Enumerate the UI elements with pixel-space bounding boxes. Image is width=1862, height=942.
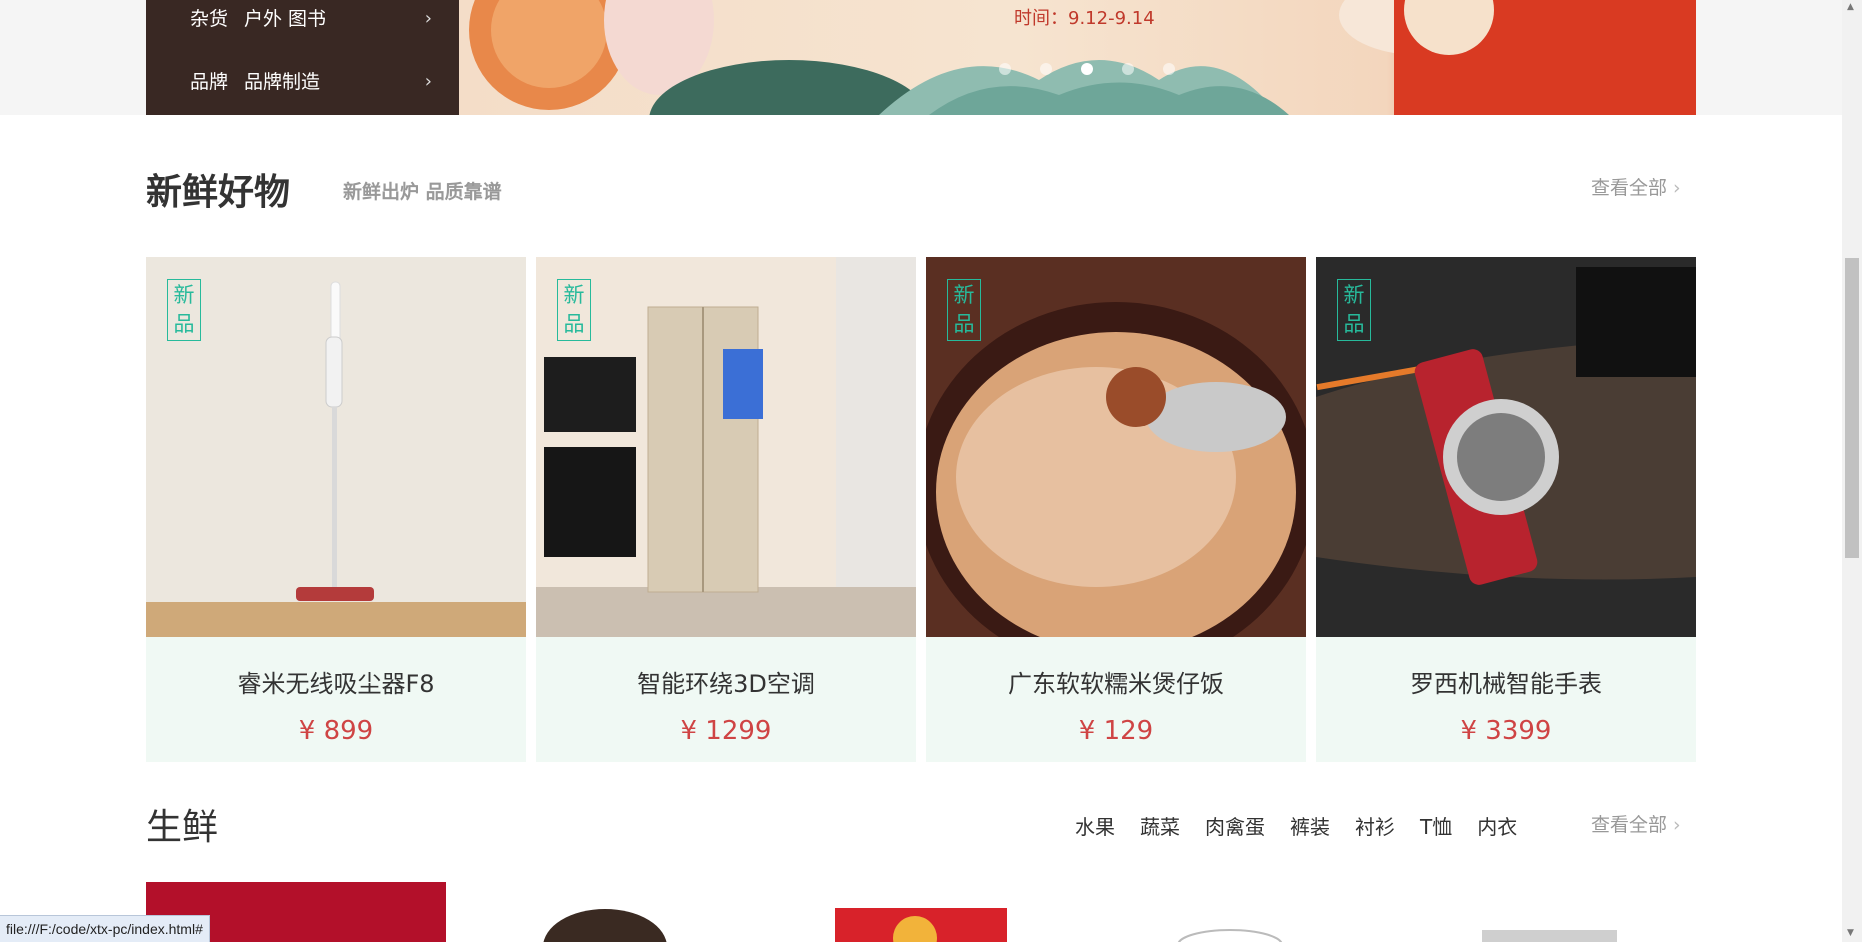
view-all-label: 查看全部 [1591, 814, 1668, 836]
tab-tshirts[interactable]: T恤 [1420, 811, 1452, 840]
fresh-product-image[interactable] [1482, 927, 1617, 942]
tab-meat-eggs[interactable]: 肉禽蛋 [1205, 811, 1265, 840]
banner-time-text: 时间：9.12-9.14 [1014, 8, 1155, 29]
category-label: 杂货 [190, 8, 229, 30]
scroll-down-icon[interactable]: ▼ [1847, 928, 1854, 938]
banner-carousel[interactable]: 时间：9.12-9.14 [459, 0, 1696, 115]
new-goods-view-all-link[interactable]: 查看全部 › [1591, 173, 1681, 200]
product-card[interactable]: 新品 睿米无线吸尘器F8 ¥ 899 [146, 257, 526, 762]
new-goods-title: 新鲜好物 [146, 172, 291, 213]
fresh-product-image[interactable] [1175, 927, 1285, 942]
fresh-view-all-link[interactable]: 查看全部 › [1591, 810, 1681, 837]
product-name[interactable]: 罗西机械智能手表 [1316, 664, 1696, 699]
browser-status-url: file:///F:/code/xtx-pc/index.html# [0, 915, 210, 942]
category-menu: 杂货 户外 图书 › 品牌 品牌制造 › [146, 0, 459, 115]
chevron-right-icon: › [1673, 177, 1681, 199]
tab-fruit[interactable]: 水果 [1075, 811, 1115, 840]
fresh-product-image[interactable] [835, 908, 1007, 942]
category-sub-label: 品牌制造 [244, 71, 321, 93]
chevron-right-icon: › [424, 8, 432, 29]
new-product-tag: 新品 [167, 279, 201, 341]
hero-area: 杂货 户外 图书 › 品牌 品牌制造 › 时间：9.12-9.14 [0, 0, 1842, 115]
product-name[interactable]: 广东软软糯米煲仔饭 [926, 664, 1306, 699]
scrollbar-thumb[interactable] [1845, 258, 1859, 558]
product-price: ¥ 899 [298, 716, 374, 746]
new-goods-subtitle: 新鲜出炉 品质靠谱 [343, 181, 502, 203]
new-product-tag: 新品 [947, 279, 981, 341]
carousel-dot[interactable] [1163, 63, 1175, 75]
tab-underwear[interactable]: 内衣 [1477, 811, 1517, 840]
category-item-brands[interactable]: 品牌 品牌制造 › [190, 67, 440, 97]
category-sub-label: 户外 图书 [244, 8, 327, 30]
product-name[interactable]: 睿米无线吸尘器F8 [146, 664, 526, 699]
tab-vegetables[interactable]: 蔬菜 [1140, 811, 1180, 840]
carousel-dot-active[interactable] [1081, 63, 1093, 75]
product-price: ¥ 3399 [1460, 716, 1552, 746]
tab-pants[interactable]: 裤装 [1290, 811, 1330, 840]
product-image-vacuum[interactable] [146, 257, 526, 637]
fresh-product-image[interactable] [540, 907, 670, 942]
product-card[interactable]: 新品 广东软软糯米煲仔饭 ¥ 129 [926, 257, 1306, 762]
new-product-tag: 新品 [1337, 279, 1371, 341]
carousel-dot[interactable] [999, 63, 1011, 75]
page-scrollbar[interactable]: ▲ ▼ [1842, 0, 1862, 942]
carousel-dots [999, 63, 1175, 75]
category-item-groceries[interactable]: 杂货 户外 图书 › [190, 4, 440, 34]
product-price: ¥ 1299 [680, 716, 772, 746]
product-image-rice[interactable] [926, 257, 1306, 637]
fresh-category-tabs: 水果 蔬菜 肉禽蛋 裤装 衬衫 T恤 内衣 [1075, 811, 1542, 840]
tab-shirts[interactable]: 衬衫 [1355, 811, 1395, 840]
fresh-title: 生鲜 [146, 807, 219, 848]
product-card[interactable]: 新品 智能环绕3D空调 ¥ 1299 [536, 257, 916, 762]
scroll-up-icon[interactable]: ▲ [1847, 2, 1854, 12]
product-name[interactable]: 智能环绕3D空调 [536, 664, 916, 699]
product-image-fridge[interactable] [536, 257, 916, 637]
new-product-tag: 新品 [557, 279, 591, 341]
main-content: 新鲜好物 新鲜出炉 品质靠谱 查看全部› 新品 睿米无线吸尘器F8 ¥ 899 [0, 115, 1842, 942]
carousel-dot[interactable] [1040, 63, 1052, 75]
chevron-right-icon: › [424, 71, 432, 92]
chevron-right-icon: › [1673, 814, 1681, 836]
product-image-watch[interactable] [1316, 257, 1696, 637]
view-all-label: 查看全部 [1591, 177, 1668, 199]
category-label: 品牌 [190, 71, 229, 93]
product-card[interactable]: 新品 罗西机械智能手表 ¥ 3399 [1316, 257, 1696, 762]
product-price: ¥ 129 [1078, 716, 1154, 746]
carousel-dot[interactable] [1122, 63, 1134, 75]
